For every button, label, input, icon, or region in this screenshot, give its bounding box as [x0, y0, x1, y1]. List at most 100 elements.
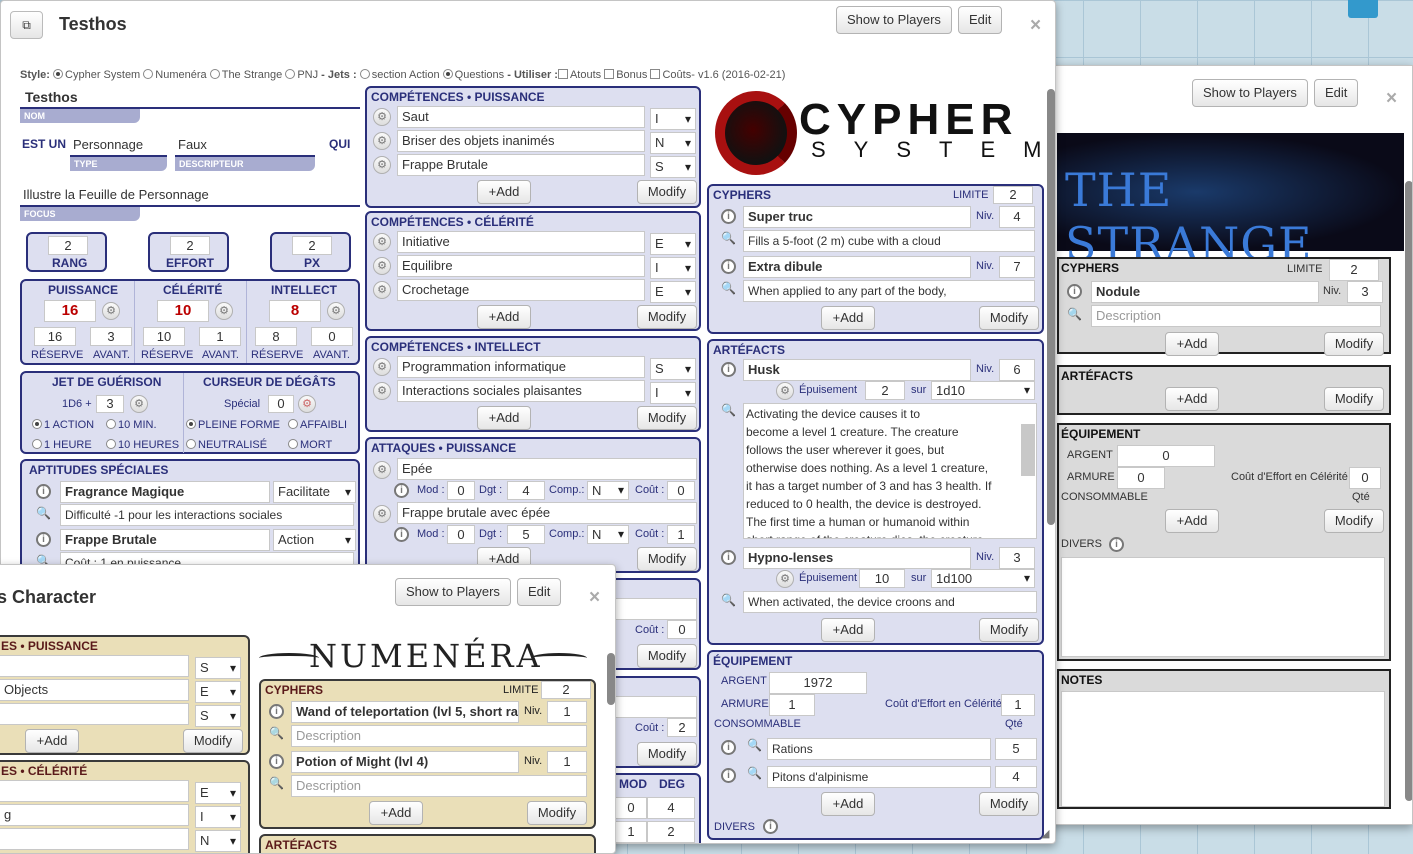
numenera-show-to-players-button[interactable]: Show to Players	[395, 578, 511, 606]
depletion-dice-icon[interactable]: ⚙	[776, 382, 794, 400]
hidden-deg[interactable]: 2	[647, 821, 695, 843]
attack-dgt[interactable]: 5	[507, 525, 545, 544]
info-icon[interactable]: i	[721, 740, 736, 755]
main-edit-button[interactable]: Edit	[958, 6, 1003, 34]
skill-name[interactable]: Programmation informatique	[397, 356, 645, 378]
pool-gear-icon[interactable]: ⚙	[215, 302, 233, 320]
pool-reserve[interactable]: 16	[34, 327, 76, 346]
skill-level-select[interactable]: E	[650, 233, 696, 255]
artefact-desc[interactable]: When activated, the device croons and	[743, 591, 1037, 613]
hidden-cout[interactable]: 0	[667, 620, 697, 639]
textarea-scrollbar[interactable]	[1021, 424, 1035, 476]
info-icon[interactable]: i	[269, 704, 284, 719]
strange-cout-input[interactable]: 0	[1349, 467, 1381, 489]
strange-cyphers-add-button[interactable]: +Add	[1165, 332, 1219, 356]
skill-name[interactable]: Equilibre	[397, 255, 645, 277]
strange-notes-textarea[interactable]	[1061, 691, 1385, 807]
num-limite-input[interactable]: 2	[541, 681, 591, 699]
info-icon[interactable]: i	[721, 259, 736, 274]
attack-dgt[interactable]: 4	[507, 481, 545, 500]
type-value[interactable]: Personnage	[73, 137, 143, 152]
jet-opt-1action[interactable]: 1 ACTION	[32, 419, 94, 431]
aptitude-name[interactable]: Fragrance Magique	[60, 481, 270, 503]
num-skill-level[interactable]: N	[195, 830, 241, 852]
info-icon[interactable]: i	[36, 532, 51, 547]
divers-info-icon[interactable]: i	[763, 819, 778, 834]
main-scrollbar[interactable]	[1047, 89, 1055, 525]
skill-level-select[interactable]: I	[650, 108, 696, 130]
jet-opt-10min[interactable]: 10 MIN.	[106, 419, 157, 431]
numenera-edit-button[interactable]: Edit	[517, 578, 562, 606]
jet-input[interactable]: 3	[96, 395, 124, 413]
curseur-opt-mort[interactable]: MORT	[288, 439, 332, 451]
attack-cout[interactable]: 0	[667, 481, 695, 500]
radio-pnj[interactable]	[285, 69, 296, 79]
num-skill-name[interactable]	[0, 780, 189, 802]
strange-divers-textarea[interactable]	[1061, 557, 1385, 657]
info-icon[interactable]: i	[36, 484, 51, 499]
num-skill-level[interactable]: E	[195, 681, 241, 703]
strange-equip-add-button[interactable]: +Add	[1165, 509, 1219, 533]
attack-name[interactable]: Frappe brutale avec épée	[397, 502, 697, 524]
artefact-die-select[interactable]: 1d10	[931, 381, 1035, 400]
curseur-opt-pleine[interactable]: PLEINE FORME	[186, 419, 280, 431]
hidden-modify-button[interactable]: Modify	[637, 742, 697, 766]
skill-name[interactable]: Briser des objets inanimés	[397, 130, 645, 152]
cb-couts[interactable]	[650, 69, 661, 79]
aptitude-type-select[interactable]: Facilitate	[273, 481, 356, 503]
search-icon[interactable]: 🔍	[269, 776, 284, 790]
num-cyphers-modify-button[interactable]: Modify	[527, 801, 587, 825]
radio-numenera[interactable]	[143, 69, 154, 79]
num-cypher-desc[interactable]: Description	[291, 775, 587, 797]
aptitude-name[interactable]: Frappe Brutale	[60, 529, 270, 551]
comp-p-add-button[interactable]: +Add	[477, 180, 531, 204]
num-p-modify-button[interactable]: Modify	[183, 729, 243, 753]
special-input[interactable]: 0	[268, 395, 294, 413]
search-icon[interactable]: 🔍	[721, 281, 736, 295]
cb-bonus[interactable]	[604, 69, 615, 79]
strange-equip-modify-button[interactable]: Modify	[1324, 509, 1384, 533]
hidden-cout[interactable]: 2	[667, 718, 697, 737]
num-skill-level[interactable]: E	[195, 782, 241, 804]
comp-i-modify-button[interactable]: Modify	[637, 406, 697, 430]
attack-mod[interactable]: 0	[447, 481, 475, 500]
cyphers-add-button[interactable]: +Add	[821, 306, 875, 330]
attaques-modify-button[interactable]: Modify	[637, 547, 697, 571]
num-skill-name[interactable]: g	[0, 804, 189, 826]
artefact-epuisement[interactable]: 10	[859, 569, 905, 588]
special-dice-icon[interactable]: ⚙	[298, 395, 316, 413]
numenera-close-icon[interactable]: ×	[589, 587, 600, 609]
aptitude-type-select[interactable]: Action	[273, 529, 356, 551]
hidden-deg[interactable]: 4	[647, 797, 695, 819]
skill-level-select[interactable]: S	[650, 358, 696, 380]
divers-info-icon[interactable]: i	[1109, 537, 1124, 552]
consumable-name[interactable]: Rations	[767, 738, 991, 760]
skill-level-select[interactable]: N	[650, 132, 696, 154]
character-name[interactable]: Testhos	[25, 89, 78, 105]
info-icon[interactable]: i	[269, 754, 284, 769]
consumable-name[interactable]: Pitons d'alpinisme	[767, 766, 991, 788]
search-icon[interactable]: 🔍	[747, 766, 762, 780]
num-cypher-niv[interactable]: 1	[547, 751, 587, 773]
strange-cypher-niv[interactable]: 3	[1347, 281, 1383, 303]
num-p-add-button[interactable]: +Add	[25, 729, 79, 753]
skill-name[interactable]: Interactions sociales plaisantes	[397, 380, 645, 402]
search-icon[interactable]: 🔍	[269, 726, 284, 740]
pool-reserve[interactable]: 10	[143, 327, 185, 346]
num-cypher-niv[interactable]: 1	[547, 701, 587, 723]
effort-input[interactable]: 2	[170, 236, 210, 255]
cypher-desc[interactable]: When applied to any part of the body,	[743, 280, 1035, 302]
strange-limite-input[interactable]: 2	[1329, 259, 1379, 281]
pool-avant[interactable]: 0	[311, 327, 353, 346]
num-skill-level[interactable]: S	[195, 657, 241, 679]
info-icon[interactable]: i	[721, 209, 736, 224]
pool-gear-icon[interactable]: ⚙	[102, 302, 120, 320]
cyphers-modify-button[interactable]: Modify	[979, 306, 1039, 330]
comp-c-modify-button[interactable]: Modify	[637, 305, 697, 329]
skill-icon[interactable]: ⚙	[373, 108, 391, 126]
search-icon[interactable]: 🔍	[36, 506, 51, 520]
skill-name[interactable]: Initiative	[397, 231, 645, 253]
skill-name[interactable]: Saut	[397, 106, 645, 128]
artefacts-add-button[interactable]: +Add	[821, 618, 875, 642]
strange-show-to-players-button[interactable]: Show to Players	[1192, 79, 1308, 107]
